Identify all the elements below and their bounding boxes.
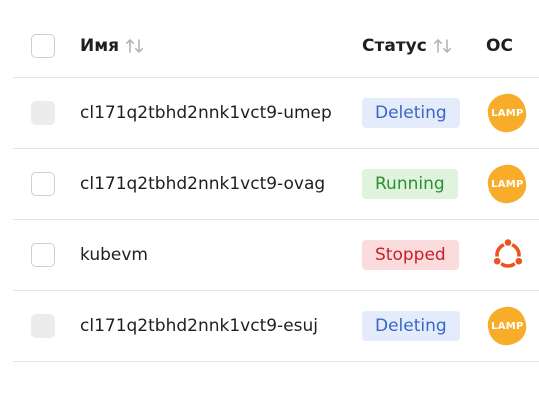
sort-icon[interactable] bbox=[125, 37, 145, 55]
lamp-icon-label: LAMP bbox=[490, 320, 524, 332]
status-column-label: Статус bbox=[362, 35, 427, 56]
name-column-header[interactable]: Имя bbox=[80, 14, 145, 77]
lamp-icon: LAMP bbox=[485, 162, 529, 206]
status-badge: Deleting bbox=[362, 311, 460, 341]
status-cell: Deleting bbox=[362, 291, 460, 361]
os-cell bbox=[486, 220, 524, 290]
table-row[interactable]: cl171q2tbhd2nnk1vct9-esuj Deleting LAMP bbox=[13, 291, 539, 362]
vm-name[interactable]: cl171q2tbhd2nnk1vct9-esuj bbox=[80, 316, 318, 336]
table-row[interactable]: kubevm Stopped bbox=[13, 220, 539, 291]
vm-name-cell: cl171q2tbhd2nnk1vct9-esuj bbox=[80, 291, 318, 361]
lamp-icon-label: LAMP bbox=[490, 107, 524, 119]
select-all-cell bbox=[31, 14, 59, 77]
vm-name-cell: cl171q2tbhd2nnk1vct9-ovag bbox=[80, 149, 325, 219]
name-column-label: Имя bbox=[80, 35, 120, 56]
os-cell: LAMP bbox=[485, 291, 529, 361]
lamp-icon: LAMP bbox=[485, 304, 529, 348]
table-row[interactable]: cl171q2tbhd2nnk1vct9-ovag Running LAMP bbox=[13, 149, 539, 220]
row-checkbox-cell bbox=[31, 78, 59, 148]
table-header: Имя Статус ОС bbox=[13, 14, 539, 78]
status-cell: Deleting bbox=[362, 78, 460, 148]
row-checkbox[interactable] bbox=[31, 243, 55, 267]
row-checkbox-cell bbox=[31, 291, 59, 361]
select-all-checkbox[interactable] bbox=[31, 33, 55, 58]
status-cell: Stopped bbox=[362, 220, 459, 290]
vm-name[interactable]: cl171q2tbhd2nnk1vct9-umep bbox=[80, 103, 332, 123]
status-cell: Running bbox=[362, 149, 458, 219]
row-checkbox bbox=[31, 101, 55, 125]
row-checkbox-cell bbox=[31, 220, 59, 290]
vm-name-cell: kubevm bbox=[80, 220, 148, 290]
table-row[interactable]: cl171q2tbhd2nnk1vct9-umep Deleting LAMP bbox=[13, 78, 539, 149]
row-checkbox[interactable] bbox=[31, 172, 55, 196]
os-column-label: ОС bbox=[486, 35, 513, 56]
row-checkbox-cell bbox=[31, 149, 59, 219]
lamp-icon-label: LAMP bbox=[490, 178, 524, 190]
ubuntu-icon bbox=[489, 236, 527, 274]
status-badge: Running bbox=[362, 169, 458, 199]
status-column-header[interactable]: Статус bbox=[362, 14, 453, 77]
os-cell: LAMP bbox=[485, 149, 529, 219]
sort-icon[interactable] bbox=[433, 37, 453, 55]
os-cell: LAMP bbox=[485, 78, 529, 148]
os-column-header: ОС bbox=[486, 14, 513, 77]
lamp-icon: LAMP bbox=[485, 91, 529, 135]
vm-name-cell: cl171q2tbhd2nnk1vct9-umep bbox=[80, 78, 332, 148]
vm-name[interactable]: kubevm bbox=[80, 245, 148, 265]
row-checkbox bbox=[31, 314, 55, 338]
vm-table: Имя Статус ОС cl171q2tbhd2nnk1vct9-umep … bbox=[13, 14, 539, 362]
status-badge: Stopped bbox=[362, 240, 459, 270]
vm-name[interactable]: cl171q2tbhd2nnk1vct9-ovag bbox=[80, 174, 325, 194]
status-badge: Deleting bbox=[362, 98, 460, 128]
